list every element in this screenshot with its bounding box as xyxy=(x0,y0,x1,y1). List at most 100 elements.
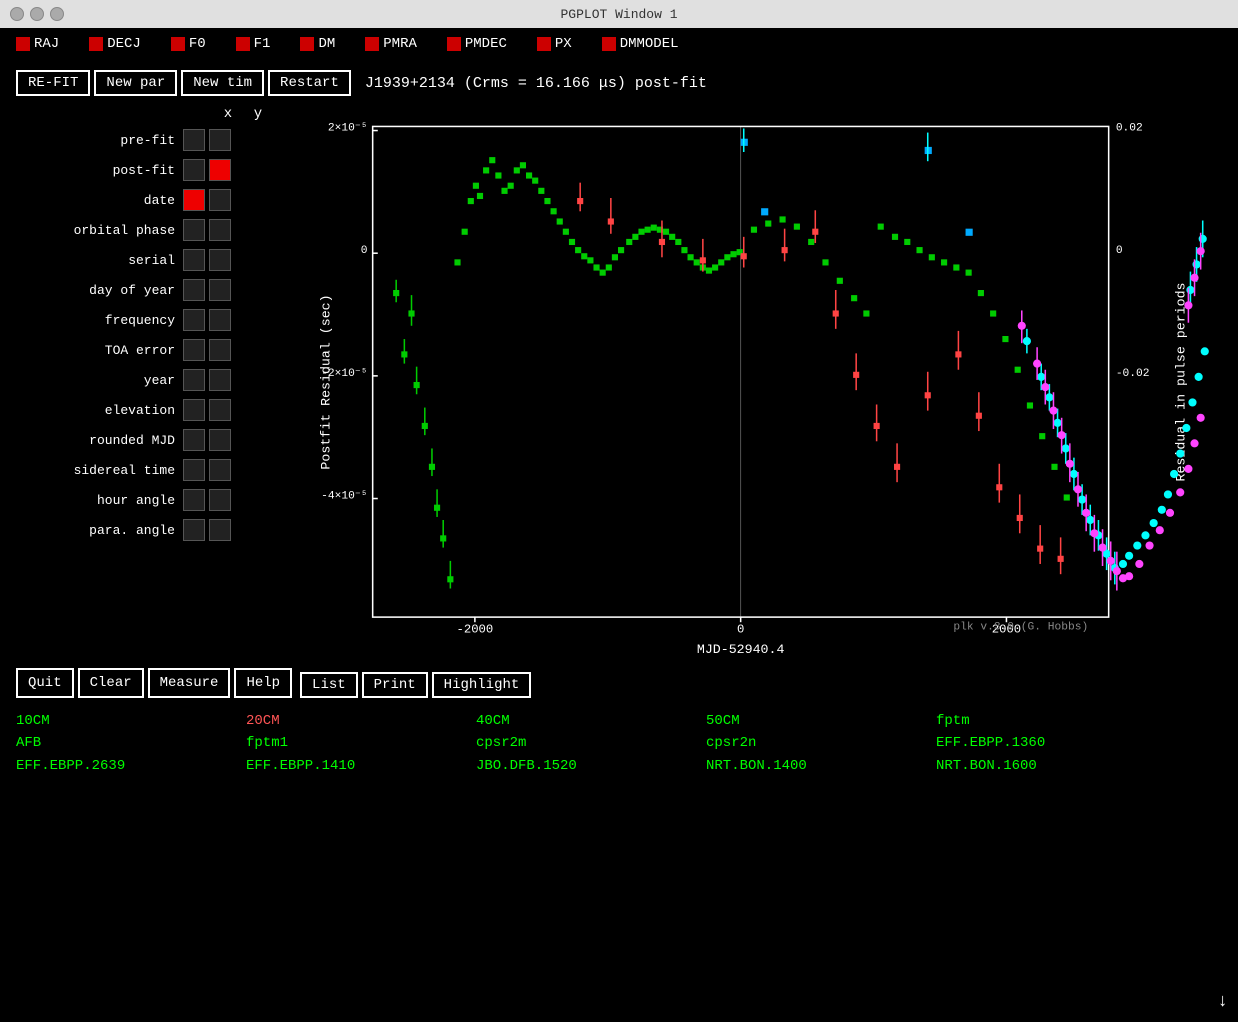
legend-cpsr2m: cpsr2m xyxy=(476,732,706,754)
prefit-y-checkbox[interactable] xyxy=(209,129,231,151)
param-checkbox-pmra[interactable] xyxy=(365,37,379,51)
param-checkbox-pmdec[interactable] xyxy=(447,37,461,51)
axis-row-orbital: orbital phase xyxy=(8,216,278,244)
param-decj[interactable]: DECJ xyxy=(89,36,141,52)
minimize-btn[interactable] xyxy=(30,7,44,21)
orbital-y-checkbox[interactable] xyxy=(209,219,231,241)
param-px[interactable]: PX xyxy=(537,36,572,52)
dayofyear-y-checkbox[interactable] xyxy=(209,279,231,301)
orbital-x-checkbox[interactable] xyxy=(183,219,205,241)
svg-text:-0.02: -0.02 xyxy=(1116,368,1150,380)
param-checkbox-f0[interactable] xyxy=(171,37,185,51)
param-checkbox-px[interactable] xyxy=(537,37,551,51)
postfit-y-checkbox[interactable] xyxy=(209,159,231,181)
dayofyear-x-checkbox[interactable] xyxy=(183,279,205,301)
axis-row-prefit: pre-fit xyxy=(8,126,278,154)
svg-text:-2000: -2000 xyxy=(457,622,494,636)
param-dm[interactable]: DM xyxy=(300,36,335,52)
refit-button[interactable]: RE-FIT xyxy=(16,70,90,96)
param-checkbox-dmmodel[interactable] xyxy=(602,37,616,51)
main-content: x y pre-fit post-fit date orbital phase xyxy=(0,102,1238,662)
year-x-checkbox[interactable] xyxy=(183,369,205,391)
legend-col-2: 20CM fptm1 EFF.EBPP.1410 xyxy=(246,710,476,777)
legend-20cm: 20CM xyxy=(246,710,476,732)
axis-label-prefit: pre-fit xyxy=(8,133,183,148)
param-f1[interactable]: F1 xyxy=(236,36,271,52)
scroll-down-icon[interactable]: ↓ xyxy=(1217,992,1228,1012)
window-controls xyxy=(10,7,64,21)
date-x-checkbox[interactable] xyxy=(183,189,205,211)
rounded-x-checkbox[interactable] xyxy=(183,429,205,451)
paraangle-y-checkbox[interactable] xyxy=(209,519,231,541)
highlight-button[interactable]: Highlight xyxy=(432,672,532,698)
param-checkbox-raj[interactable] xyxy=(16,37,30,51)
sidereal-y-checkbox[interactable] xyxy=(209,459,231,481)
plot-area[interactable]: Postfit Residual (sec) Residual in pulse… xyxy=(282,106,1230,658)
axis-row-toaerror: TOA error xyxy=(8,336,278,364)
param-f0[interactable]: F0 xyxy=(171,36,206,52)
print-button[interactable]: Print xyxy=(362,672,428,698)
param-checkbox-f1[interactable] xyxy=(236,37,250,51)
legend: 10CM AFB EFF.EBPP.2639 20CM fptm1 EFF.EB… xyxy=(0,704,1238,783)
axis-label-toaerror: TOA error xyxy=(8,343,183,358)
paraangle-x-checkbox[interactable] xyxy=(183,519,205,541)
svg-text:-2×10⁻⁵: -2×10⁻⁵ xyxy=(321,368,367,380)
legend-eff2639: EFF.EBPP.2639 xyxy=(16,755,246,777)
toaerror-y-checkbox[interactable] xyxy=(209,339,231,361)
param-dmmodel[interactable]: DMMODEL xyxy=(602,36,679,52)
param-raj[interactable]: RAJ xyxy=(16,36,59,52)
elevation-x-checkbox[interactable] xyxy=(183,399,205,421)
param-label-f0: F0 xyxy=(189,36,206,52)
legend-col-5: fptm EFF.EBPP.1360 NRT.BON.1600 xyxy=(936,710,1166,777)
sidereal-x-checkbox[interactable] xyxy=(183,459,205,481)
param-pmra[interactable]: PMRA xyxy=(365,36,417,52)
hourangle-y-checkbox[interactable] xyxy=(209,489,231,511)
param-label-decj: DECJ xyxy=(107,36,141,52)
axis-label-date: date xyxy=(8,193,183,208)
frequency-x-checkbox[interactable] xyxy=(183,309,205,331)
prefit-x-checkbox[interactable] xyxy=(183,129,205,151)
svg-text:plk v.3.0 (G. Hobbs): plk v.3.0 (G. Hobbs) xyxy=(953,621,1088,633)
serial-x-checkbox[interactable] xyxy=(183,249,205,271)
legend-col-4: 50CM cpsr2n NRT.BON.1400 xyxy=(706,710,936,777)
postfit-x-checkbox[interactable] xyxy=(183,159,205,181)
rounded-y-checkbox[interactable] xyxy=(209,429,231,451)
param-label-px: PX xyxy=(555,36,572,52)
year-y-checkbox[interactable] xyxy=(209,369,231,391)
new-tim-button[interactable]: New tim xyxy=(181,70,264,96)
svg-text:0: 0 xyxy=(361,245,368,257)
help-button[interactable]: Help xyxy=(234,668,292,698)
svg-text:0.02: 0.02 xyxy=(1116,123,1143,135)
axis-row-elevation: elevation xyxy=(8,396,278,424)
list-button[interactable]: List xyxy=(300,672,358,698)
axis-label-dayofyear: day of year xyxy=(8,283,183,298)
axis-row-serial: serial xyxy=(8,246,278,274)
legend-10cm: 10CM xyxy=(16,710,246,732)
quit-button[interactable]: Quit xyxy=(16,668,74,698)
param-pmdec[interactable]: PMDEC xyxy=(447,36,507,52)
param-label-dmmodel: DMMODEL xyxy=(620,36,679,52)
frequency-y-checkbox[interactable] xyxy=(209,309,231,331)
param-checkbox-dm[interactable] xyxy=(300,37,314,51)
param-label-pmra: PMRA xyxy=(383,36,417,52)
serial-y-checkbox[interactable] xyxy=(209,249,231,271)
axis-header: x y xyxy=(38,106,278,122)
param-label-raj: RAJ xyxy=(34,36,59,52)
new-par-button[interactable]: New par xyxy=(94,70,177,96)
restart-button[interactable]: Restart xyxy=(268,70,351,96)
legend-eff1410: EFF.EBPP.1410 xyxy=(246,755,476,777)
legend-40cm: 40CM xyxy=(476,710,706,732)
toaerror-x-checkbox[interactable] xyxy=(183,339,205,361)
legend-nrt1400: NRT.BON.1400 xyxy=(706,755,936,777)
legend-afb: AFB xyxy=(16,732,246,754)
measure-button[interactable]: Measure xyxy=(148,668,231,698)
elevation-y-checkbox[interactable] xyxy=(209,399,231,421)
maximize-btn[interactable] xyxy=(50,7,64,21)
close-btn[interactable] xyxy=(10,7,24,21)
hourangle-x-checkbox[interactable] xyxy=(183,489,205,511)
clear-button[interactable]: Clear xyxy=(78,668,144,698)
param-checkbox-decj[interactable] xyxy=(89,37,103,51)
axis-label-elevation: elevation xyxy=(8,403,183,418)
axis-row-frequency: frequency xyxy=(8,306,278,334)
date-y-checkbox[interactable] xyxy=(209,189,231,211)
